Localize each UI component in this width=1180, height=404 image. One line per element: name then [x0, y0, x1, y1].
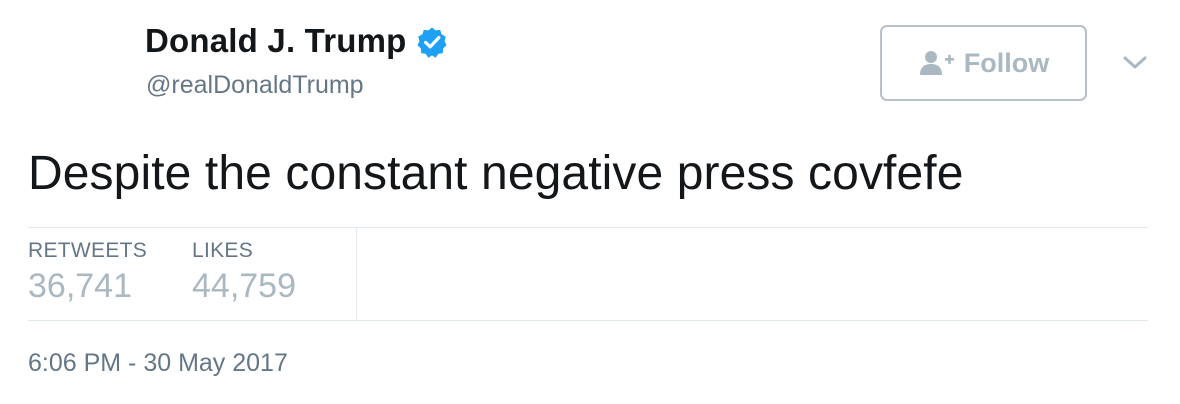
verified-badge-icon: [416, 26, 448, 58]
tweet-card: Donald J. Trump @realDonaldTrump Follow: [0, 0, 1180, 404]
follow-button[interactable]: Follow: [880, 25, 1087, 101]
chevron-down-icon[interactable]: [1120, 48, 1150, 78]
tweet-header: Donald J. Trump @realDonaldTrump Follow: [0, 0, 1180, 130]
tweet-timestamp[interactable]: 6:06 PM - 30 May 2017: [28, 349, 288, 378]
likes-label: LIKES: [192, 239, 254, 262]
author-display-name[interactable]: Donald J. Trump: [145, 22, 407, 60]
likes-count: 44,759: [192, 267, 296, 305]
stats-vertical-divider: [356, 228, 357, 320]
avatar[interactable]: [28, 22, 124, 118]
follow-button-label: Follow: [963, 47, 1050, 78]
tweet-text: Despite the constant negative press covf…: [28, 147, 964, 200]
author-name-row[interactable]: Donald J. Trump: [145, 22, 448, 60]
stats-top-divider: [28, 227, 1148, 228]
author-handle[interactable]: @realDonaldTrump: [146, 71, 364, 100]
retweets-label: RETWEETS: [28, 239, 148, 262]
retweets-count: 36,741: [28, 267, 132, 305]
follow-user-plus-icon: [918, 49, 956, 77]
retweets-stat[interactable]: RETWEETS 36,741: [28, 239, 147, 306]
likes-stat[interactable]: LIKES 44,759: [192, 239, 296, 306]
stats-bottom-divider: [28, 320, 1148, 321]
